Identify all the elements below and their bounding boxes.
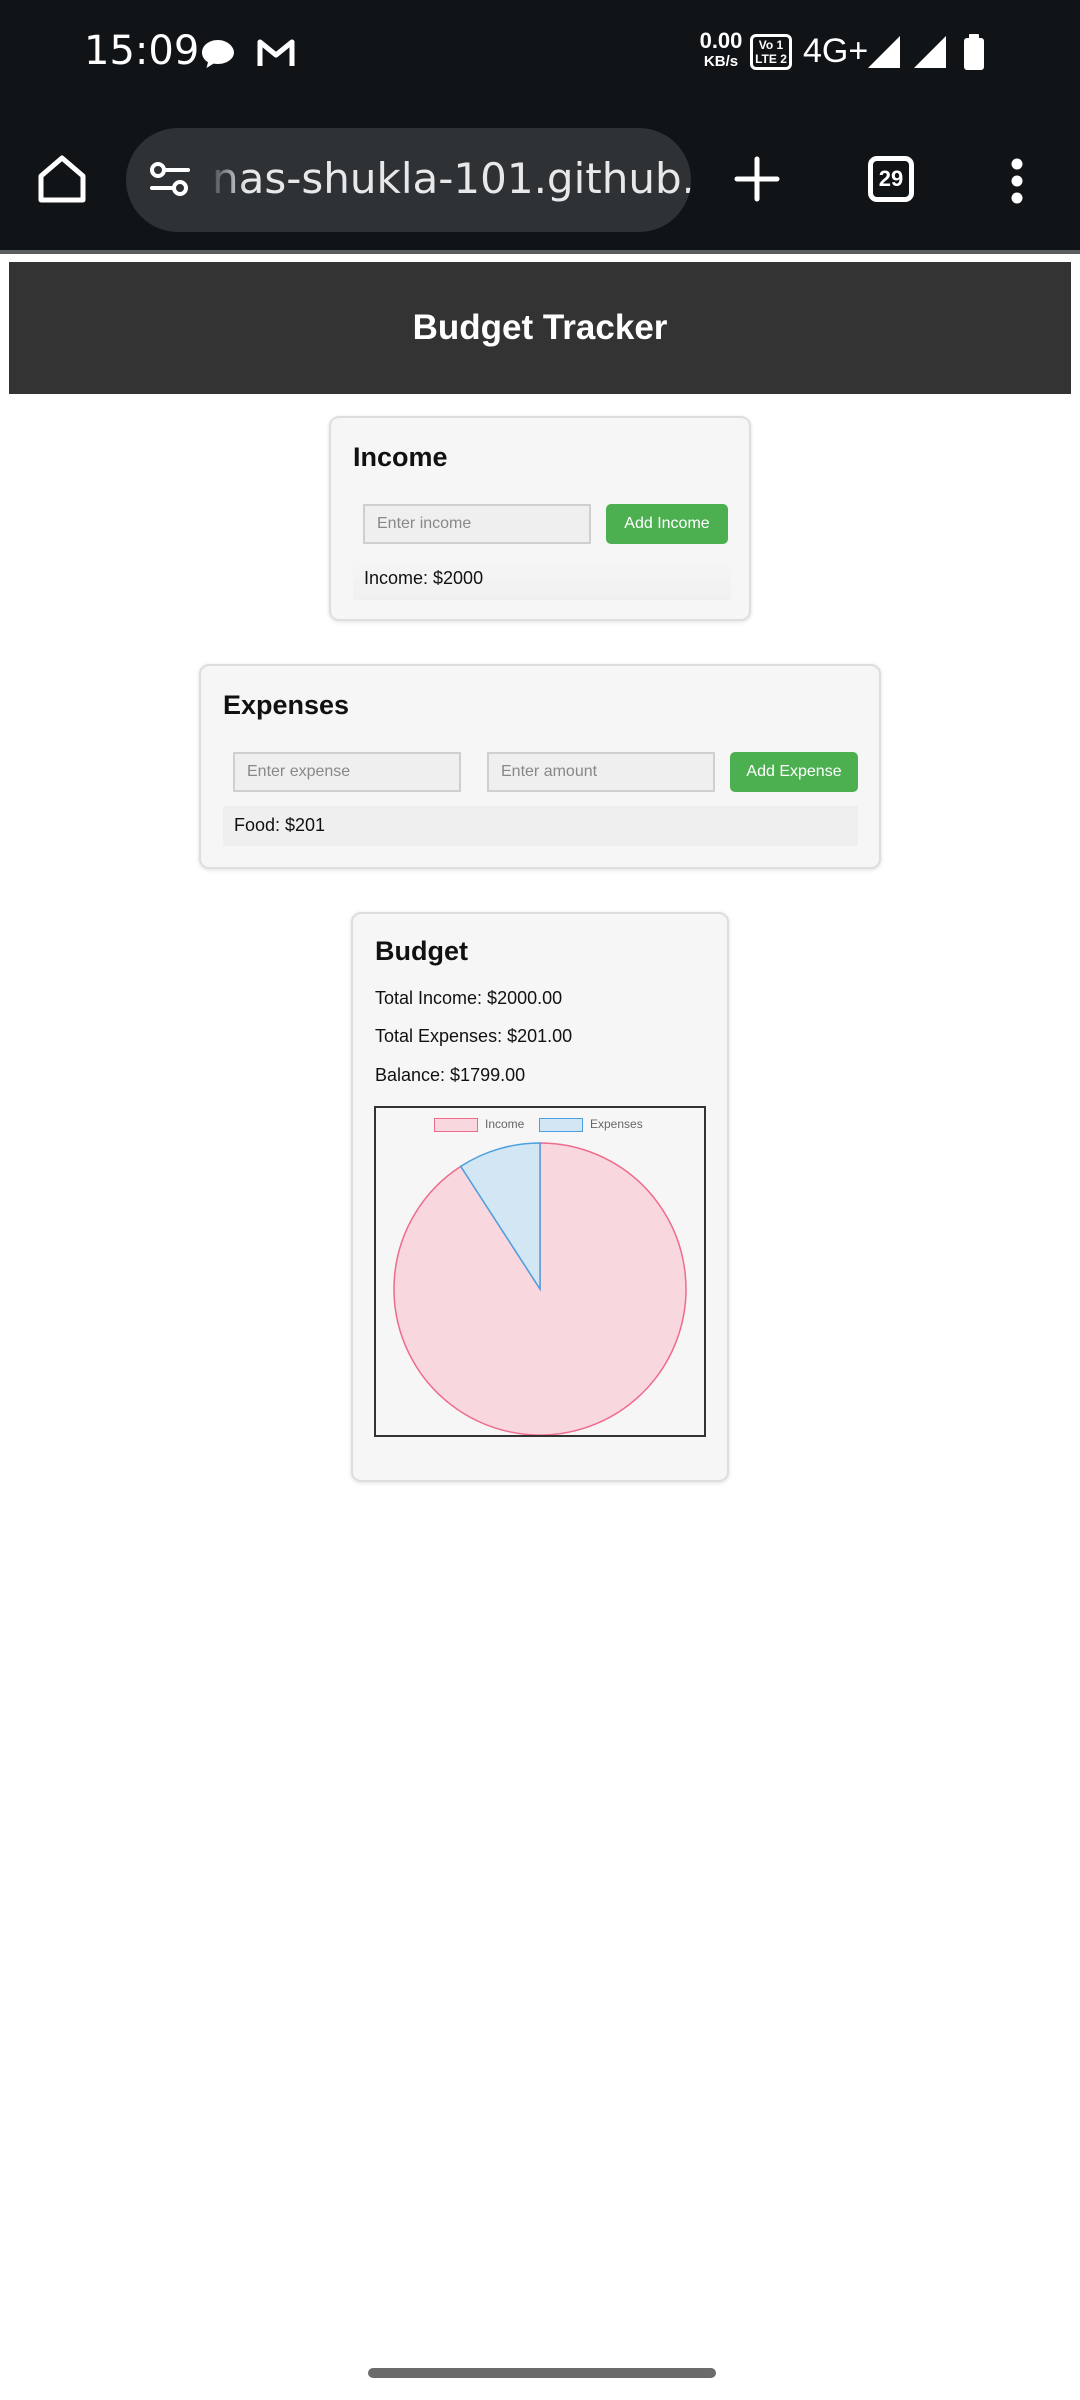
budget-heading: Budget bbox=[375, 936, 468, 966]
status-time: 15:09 bbox=[84, 28, 200, 74]
network-type: 4G+ bbox=[803, 32, 869, 70]
signal-icon bbox=[912, 34, 948, 75]
add-income-button[interactable]: Add Income bbox=[606, 504, 728, 544]
url-text[interactable]: nas-shukla-101.github.io bbox=[212, 154, 691, 203]
balance: Balance: $1799.00 bbox=[375, 1065, 526, 1085]
chat-bubble-icon bbox=[200, 38, 236, 75]
browser-toolbar: nas-shukla-101.github.io 29 bbox=[0, 104, 1080, 254]
tab-switcher-button[interactable]: 29 bbox=[868, 156, 914, 202]
signal-icon bbox=[866, 34, 902, 75]
page-title: Budget Tracker bbox=[9, 262, 1071, 394]
pie-chart bbox=[393, 1142, 687, 1435]
volte-icon: Vo 1 LTE 2 bbox=[750, 34, 792, 70]
new-tab-icon[interactable] bbox=[734, 156, 780, 207]
url-fade bbox=[206, 128, 246, 232]
total-income: Total Income: $2000.00 bbox=[375, 988, 563, 1008]
add-expense-button[interactable]: Add Expense bbox=[730, 752, 858, 792]
home-icon[interactable] bbox=[36, 154, 88, 209]
expense-name-input[interactable]: Enter expense bbox=[233, 752, 461, 792]
income-input[interactable]: Enter income bbox=[363, 504, 591, 544]
status-bar: 15:09 0.00 KB/s Vo 1 LTE 2 4G+ bbox=[0, 0, 1080, 104]
more-options-icon[interactable] bbox=[1010, 158, 1024, 209]
income-card: Income Enter income Add Income Income: $… bbox=[329, 416, 751, 621]
total-expenses: Total Expenses: $201.00 bbox=[375, 1026, 573, 1046]
url-bar[interactable]: nas-shukla-101.github.io bbox=[126, 128, 691, 232]
expense-amount-input[interactable]: Enter amount bbox=[487, 752, 715, 792]
income-heading: Income bbox=[353, 442, 448, 472]
site-settings-icon[interactable] bbox=[148, 158, 192, 207]
battery-icon bbox=[962, 34, 986, 77]
gesture-bar bbox=[368, 2368, 716, 2378]
network-speed: 0.00 KB/s bbox=[699, 28, 743, 70]
budget-chart: Income Expenses bbox=[374, 1106, 706, 1437]
expenses-heading: Expenses bbox=[223, 690, 350, 720]
expense-item: Food: $201 bbox=[234, 815, 326, 835]
income-result: Income: $2000 bbox=[364, 568, 484, 588]
expenses-card: Expenses Enter expense Enter amount Add … bbox=[199, 664, 881, 869]
gmail-icon bbox=[256, 38, 296, 73]
expense-list: Food: $201 bbox=[223, 806, 858, 846]
